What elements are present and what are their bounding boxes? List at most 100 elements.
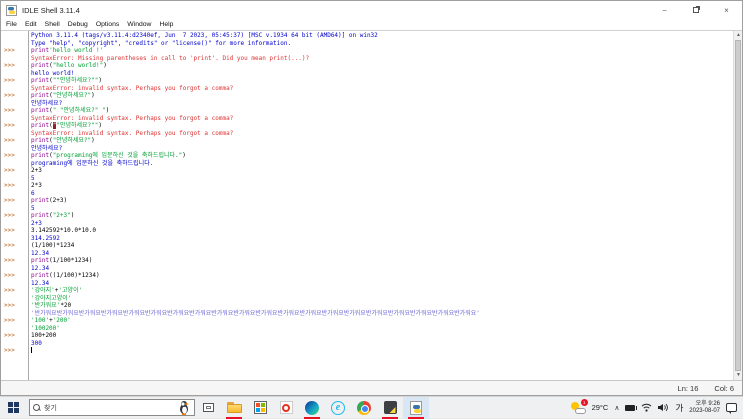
shell-margin — [1, 220, 28, 228]
vertical-scrollbar[interactable]: ▲ ▼ — [733, 31, 742, 380]
shell-prompt: >>> — [1, 92, 28, 100]
scroll-up-icon[interactable]: ▲ — [734, 31, 742, 40]
shell-margin — [1, 100, 28, 108]
shell-prompt: >>> — [1, 212, 28, 220]
shell-prompt: >>> — [1, 242, 28, 250]
shell-line: >>>2*3 — [1, 182, 733, 190]
tray-overflow-button[interactable]: ∧ — [611, 397, 622, 419]
shell-line: '반가워요반가워요반가워요반가워요반가워요반가워요반가워요반가워요반가워요반가워… — [1, 310, 733, 318]
shell-margin — [1, 250, 28, 258]
task-view-button[interactable] — [195, 397, 221, 419]
shell-line: 300 — [1, 340, 733, 348]
shell-line: Python 3.11.4 (tags/v3.11.4:d2340ef, Jun… — [1, 32, 733, 40]
shell-line: 5 — [1, 175, 733, 183]
menu-debug[interactable]: Debug — [64, 19, 92, 30]
start-button[interactable] — [0, 397, 26, 419]
shell-prompt: >>> — [1, 257, 28, 265]
wifi-icon — [641, 403, 652, 412]
shell-line: '100200' — [1, 325, 733, 333]
shell-line: >>> — [1, 347, 733, 355]
edge-button[interactable] — [299, 397, 325, 419]
idle-shell-window: IDLE Shell 3.11.4 − × FileEditShellDebug… — [0, 0, 743, 396]
action-center-button[interactable] — [723, 397, 740, 419]
shell-margin — [1, 190, 28, 198]
shell-margin — [1, 310, 28, 318]
idle-app-icon — [6, 5, 17, 16]
shell-prompt: >>> — [1, 152, 28, 160]
search-placeholder: 찾기 — [44, 403, 177, 413]
close-button[interactable]: × — [711, 1, 742, 19]
shell-margin — [1, 295, 28, 303]
action-center-icon — [726, 403, 737, 412]
menu-window[interactable]: Window — [123, 19, 155, 30]
battery-button[interactable] — [622, 397, 638, 419]
shell-text-area[interactable]: Python 3.11.4 (tags/v3.11.4:d2340ef, Jun… — [1, 30, 742, 380]
shell-line: SyntaxError: invalid syntax. Perhaps you… — [1, 115, 733, 123]
menu-file[interactable]: File — [2, 19, 21, 30]
menu-help[interactable]: Help — [155, 19, 177, 30]
weather-icon: 1 — [571, 401, 586, 414]
scrollbar-thumb[interactable] — [735, 40, 741, 371]
shell-line: >>>(1/100)*1234 — [1, 242, 733, 250]
shell-margin — [1, 175, 28, 183]
chevron-up-icon: ∧ — [614, 404, 619, 412]
shell-margin — [1, 325, 28, 333]
shell-margin — [1, 145, 28, 153]
shell-prompt: >>> — [1, 167, 28, 175]
shell-line: >>>100+200 — [1, 332, 733, 340]
idle-taskbar-button[interactable] — [403, 397, 429, 419]
clock[interactable]: 오후 9:26 2023-08-07 — [686, 397, 723, 419]
minimize-button[interactable]: − — [649, 1, 680, 19]
menu-shell[interactable]: Shell — [41, 19, 64, 30]
shell-line: >>>print("programing에 입문하신 것을 축하드립니다.") — [1, 152, 733, 160]
shell-line: >>>print(" "안녕하세요?" ") — [1, 107, 733, 115]
shell-margin — [1, 85, 28, 93]
idle-taskbar-icon — [410, 401, 422, 415]
file-explorer-button[interactable] — [221, 397, 247, 419]
close-icon: × — [724, 6, 729, 15]
clock-date: 2023-08-07 — [689, 408, 720, 415]
taskbar-search-input[interactable]: 찾기 — [29, 399, 195, 416]
shell-line: SyntaxError: Missing parentheses in call… — [1, 55, 733, 63]
shell-line: >>>'강아지'+'고양이' — [1, 287, 733, 295]
shell-line: >>>3.142592*10.0*10.0 — [1, 227, 733, 235]
shell-line: >>>print(""안녕하세요?"") — [1, 122, 733, 130]
internet-explorer-button[interactable]: e — [325, 397, 351, 419]
shell-prompt: >>> — [1, 317, 28, 325]
shell-prompt: >>> — [1, 62, 28, 70]
scroll-down-icon[interactable]: ▼ — [734, 371, 742, 380]
menubar: FileEditShellDebugOptionsWindowHelp — [1, 19, 742, 30]
search-highlight-puffin-image[interactable] — [177, 400, 191, 415]
ime-indicator[interactable]: 가 — [672, 397, 686, 419]
minimize-icon: − — [662, 6, 667, 15]
restore-button[interactable] — [680, 1, 711, 19]
shell-prompt: >>> — [1, 47, 28, 55]
window-title: IDLE Shell 3.11.4 — [22, 6, 80, 15]
internet-explorer-icon: e — [331, 401, 345, 415]
menu-edit[interactable]: Edit — [21, 19, 41, 30]
red-ring-app-icon — [280, 401, 293, 414]
microsoft-app-button[interactable] — [247, 397, 273, 419]
shell-line: >>>print(2+3) — [1, 197, 733, 205]
menu-options[interactable]: Options — [92, 19, 123, 30]
shell-line: >>>2+3 — [1, 167, 733, 175]
shell-line: '강아지고양이' — [1, 295, 733, 303]
weather-widget[interactable]: 1 — [568, 397, 589, 419]
shell-prompt: >>> — [1, 137, 28, 145]
edge-icon — [305, 401, 319, 415]
network-button[interactable] — [638, 397, 655, 419]
shell-prompt: >>> — [1, 107, 28, 115]
chrome-button[interactable] — [351, 397, 377, 419]
shell-line: hello world! — [1, 70, 733, 78]
shell-line: >>>print("안녕하세요?") — [1, 92, 733, 100]
temperature-label: 29°C — [592, 403, 609, 412]
shell-margin — [1, 130, 28, 138]
dark-app-button[interactable] — [377, 397, 403, 419]
red-ring-app-button[interactable] — [273, 397, 299, 419]
volume-button[interactable] — [655, 397, 672, 419]
shell-prompt: >>> — [1, 197, 28, 205]
shell-prompt: >>> — [1, 302, 28, 310]
shell-line: >>>print("안녕하세요?") — [1, 137, 733, 145]
titlebar[interactable]: IDLE Shell 3.11.4 − × — [1, 1, 742, 19]
shell-margin — [1, 235, 28, 243]
